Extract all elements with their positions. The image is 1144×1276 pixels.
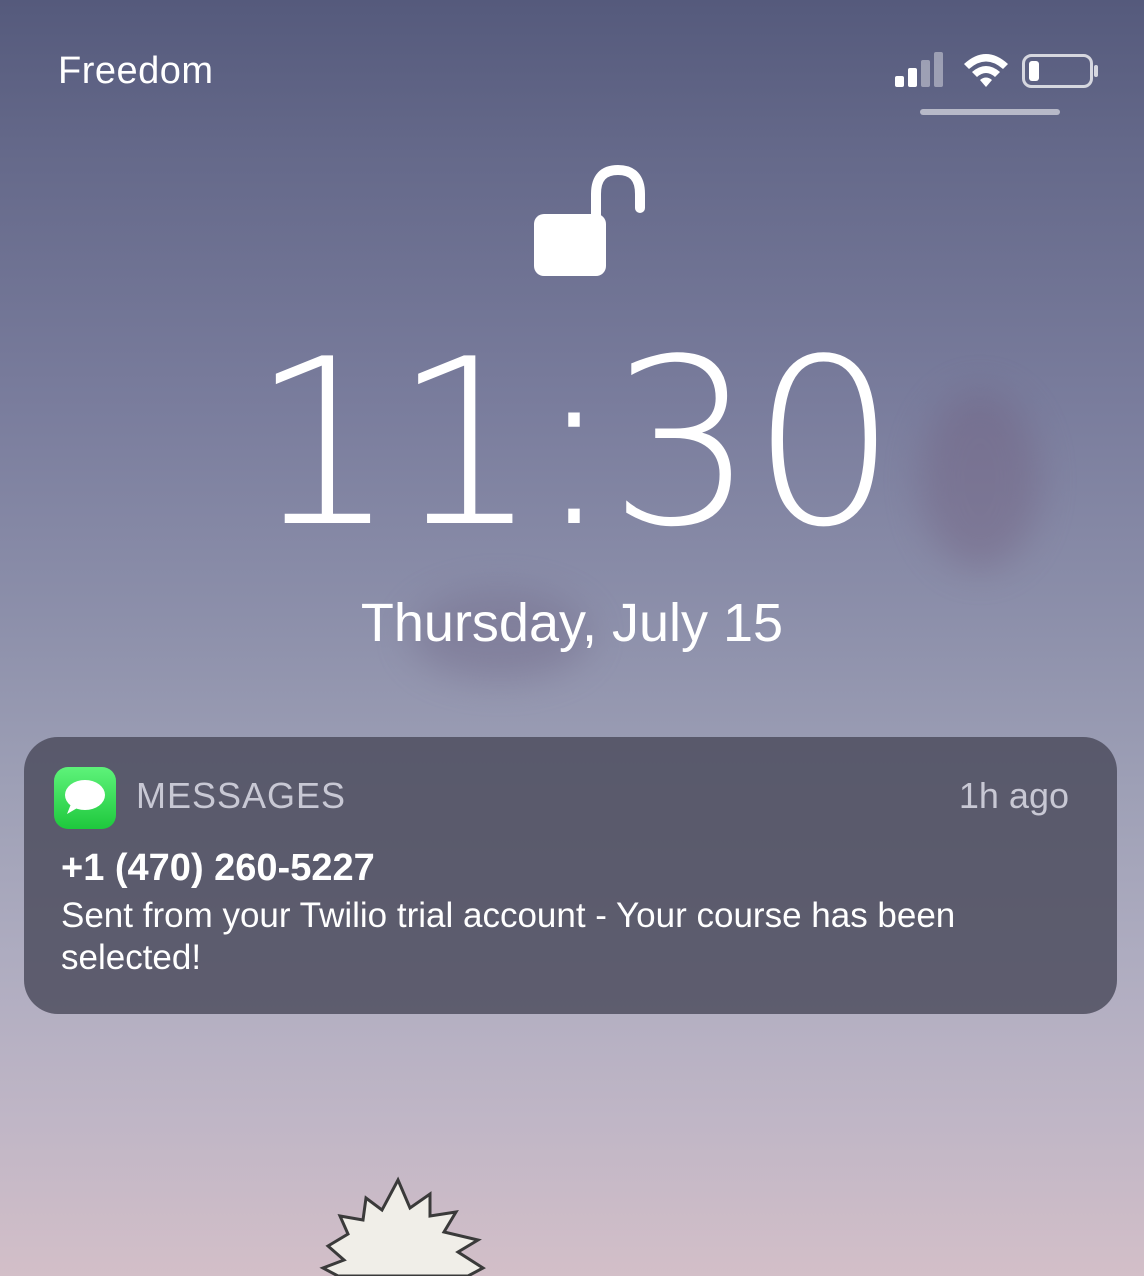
- notification-app-name: MESSAGES: [136, 775, 347, 816]
- lock-screen-date: Thursday, July 15: [360, 593, 784, 653]
- notification-time: 1h ago: [958, 775, 1069, 816]
- unlocked-padlock-icon: [534, 164, 645, 276]
- notification-sender: +1 (470) 260-5227: [61, 847, 375, 889]
- top-indicator-bar: [920, 109, 1060, 115]
- message-notification[interactable]: MESSAGES 1h ago +1 (470) 260-5227 Sent f…: [24, 737, 1117, 1014]
- battery-icon: [1022, 54, 1098, 88]
- messages-app-icon: [54, 767, 116, 829]
- notification-body: Sent from your Twilio trial account - Yo…: [61, 896, 956, 977]
- lock-screen-time: 11:30: [250, 311, 898, 578]
- cellular-signal-icon: [895, 52, 943, 87]
- wallpaper-character-hair: [319, 1176, 486, 1276]
- wifi-icon: [964, 54, 1008, 87]
- carrier-name: Freedom: [58, 50, 214, 92]
- status-bar: Freedom: [0, 0, 1144, 120]
